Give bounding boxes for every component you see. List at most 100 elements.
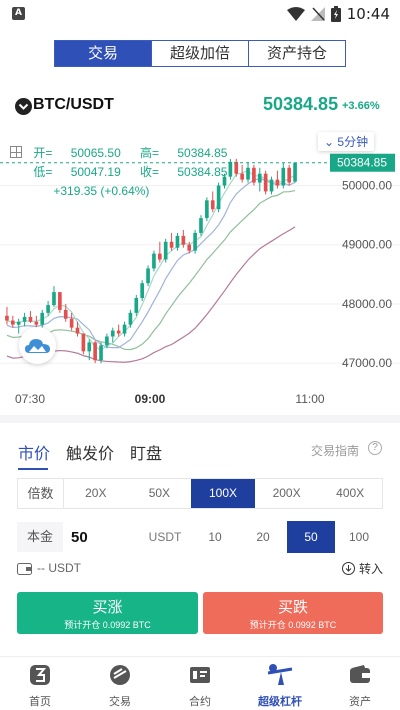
open-label: 开= [33, 146, 53, 160]
trading-guide-link[interactable]: 交易指南 [311, 442, 359, 459]
nav-item-leverage[interactable]: 超级杠杆 [240, 657, 320, 710]
candle-body [228, 161, 233, 177]
multiplier-option-100x[interactable]: 100X [191, 479, 255, 508]
candle-body [116, 330, 121, 334]
battery-icon [330, 6, 341, 22]
transfer-in-button[interactable]: 转入 [341, 560, 383, 577]
buy-up-button[interactable]: 买涨 预计开仓 0.0992 BTC [17, 592, 198, 634]
multiplier-selector: 倍数 20X 50X 100X 200X 400X [17, 478, 383, 509]
buy-up-estimate: 预计开仓 0.0992 BTC [64, 620, 151, 630]
low-value: 50047.19 [70, 165, 121, 179]
balance-value: -- USDT [37, 561, 81, 575]
principal-selector: 本金 50 USDT 10 20 50 100 [17, 521, 383, 553]
candle-body [58, 292, 62, 310]
principal-option-10[interactable]: 10 [191, 521, 239, 553]
bottom-nav: 首页 交易 合约 超级杠杆 资产 [0, 656, 400, 710]
principal-unit: USDT [148, 530, 182, 544]
y-tick-label: 48000.00 [342, 297, 392, 311]
candle-body [246, 167, 250, 180]
multiplier-option-400x[interactable]: 400X [318, 479, 382, 508]
candle-body [157, 253, 162, 260]
multiplier-option-20x[interactable]: 20X [64, 479, 128, 508]
tab-market-price[interactable]: 市价 [18, 440, 50, 470]
x-tick-label: 07:30 [15, 392, 45, 406]
multiplier-option-200x[interactable]: 200X [255, 479, 319, 508]
candle-body [81, 333, 86, 352]
nav-item-contract[interactable]: 合约 [160, 657, 240, 710]
order-type-tabs: 市价 触发价 盯盘 [18, 440, 162, 470]
cloud-button[interactable] [19, 327, 56, 364]
buy-down-estimate: 预计开仓 0.0992 BTC [249, 620, 337, 630]
ma-line-mid [6, 189, 296, 351]
buy-down-button[interactable]: 买跌 预计开仓 0.0992 BTC [203, 592, 383, 634]
crosshair-icon[interactable] [10, 146, 22, 158]
nav-item-assets[interactable]: 资产 [320, 657, 400, 710]
principal-option-100[interactable]: 100 [335, 521, 383, 553]
wallet-nav-icon [350, 665, 370, 683]
tab-trade[interactable]: 交易 [55, 41, 151, 66]
nav-item-home[interactable]: 首页 [0, 657, 80, 710]
low-label: 低= [33, 165, 53, 179]
candle-body [75, 327, 80, 334]
candle-body [152, 253, 156, 269]
principal-label: 本金 [17, 522, 63, 552]
principal-input[interactable]: 50 [63, 529, 139, 546]
x-tick-label: 11:00 [295, 392, 324, 406]
interval-label: 5分钟 [337, 135, 369, 149]
candle-body [5, 315, 9, 321]
nav-item-trade[interactable]: 交易 [80, 657, 160, 710]
multiplier-option-50x[interactable]: 50X [128, 479, 192, 508]
candlestick-chart[interactable]: 50000.00 49000.00 48000.00 47000.00 07:30 09:… [0, 130, 400, 415]
status-bar: A 10:44 [0, 0, 400, 28]
candle-body [193, 232, 197, 251]
candle-body [281, 167, 286, 186]
wifi-icon [286, 7, 305, 21]
top-tabs: 交易 超级加倍 资产持仓 [54, 40, 346, 67]
tab-asset-holdings[interactable]: 资产持仓 [248, 41, 345, 66]
nav-label-trade: 交易 [109, 696, 131, 708]
candle-body [93, 342, 97, 361]
transfer-label: 转入 [358, 562, 383, 576]
change-value: +319.35 (+0.64%) [53, 184, 150, 198]
help-icon[interactable]: ? [368, 441, 382, 455]
section-divider [0, 415, 400, 423]
candle-body [46, 305, 50, 313]
trade-icon [110, 665, 130, 685]
candle-body [69, 318, 74, 328]
candle-body [22, 316, 27, 322]
balance-row: -- USDT 转入 [17, 560, 383, 578]
x-tick-label: 09:00 [135, 392, 166, 406]
interval-selector[interactable]: ⌄ 5分钟 [318, 132, 375, 151]
pair-selector-chevron-icon[interactable] [15, 98, 32, 115]
candle-body [169, 241, 174, 248]
close-value: 50384.85 [177, 165, 228, 179]
pair-change: +3.66% [342, 100, 380, 112]
transfer-icon [341, 562, 355, 575]
high-value: 50384.85 [177, 146, 228, 160]
candle-body [34, 321, 39, 325]
tab-watch[interactable]: 盯盘 [130, 440, 162, 468]
candle-body [287, 167, 292, 183]
tab-super-double[interactable]: 超级加倍 [151, 41, 248, 66]
candle-body [146, 268, 150, 284]
nav-label-contract: 合约 [189, 696, 211, 708]
principal-option-50[interactable]: 50 [287, 521, 335, 553]
principal-option-20[interactable]: 20 [239, 521, 287, 553]
candle-body [205, 200, 209, 219]
candle-body [63, 309, 68, 319]
interval-chevron-icon: ⌄ [324, 135, 335, 149]
wallet-icon [17, 563, 32, 575]
pair-name[interactable]: BTC/USDT [33, 96, 114, 114]
candle-body [210, 200, 215, 210]
candle-body [52, 292, 56, 306]
nav-label-home: 首页 [29, 696, 51, 708]
cloud-icon [25, 339, 50, 353]
candle-body [199, 218, 203, 233]
candle-body [293, 162, 297, 182]
candle-body [240, 173, 244, 180]
candle-body [187, 244, 192, 251]
last-price-label: 50384.85 [337, 156, 387, 170]
leverage-icon [267, 664, 293, 685]
candle-body [181, 235, 186, 245]
tab-trigger-price[interactable]: 触发价 [66, 440, 114, 468]
